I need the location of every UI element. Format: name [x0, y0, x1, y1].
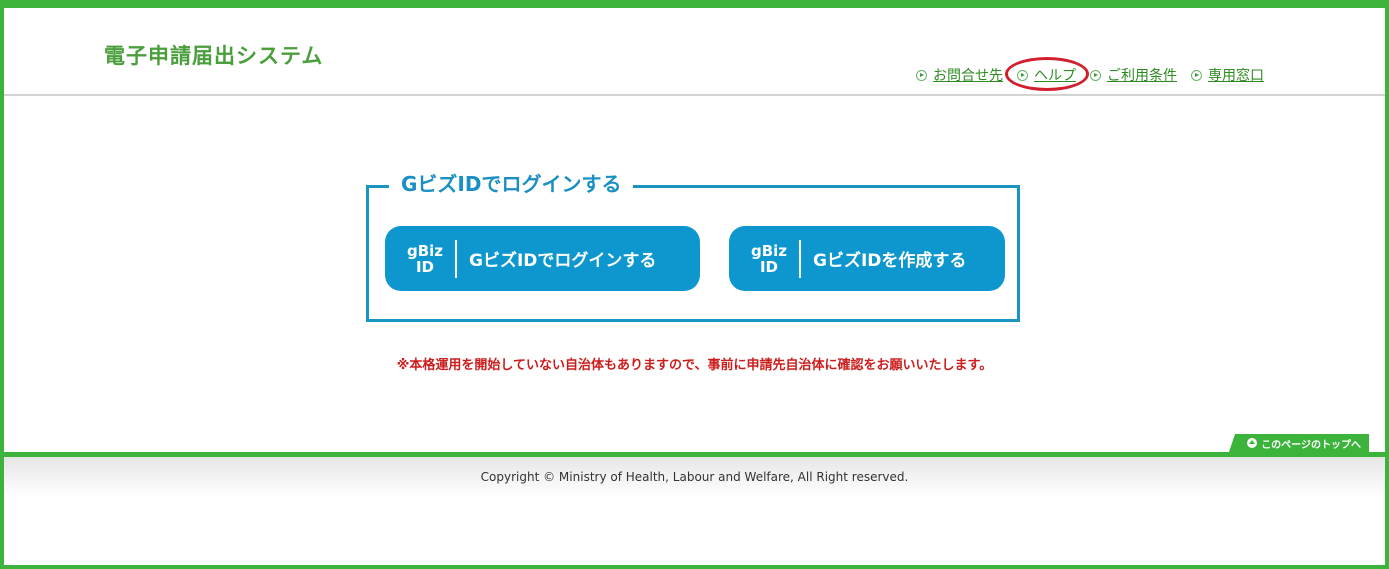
arrow-up-icon	[1247, 438, 1258, 448]
logo-divider	[455, 239, 457, 278]
gbizid-create-button[interactable]: gBiz ID GビズIDを作成する	[729, 226, 1005, 291]
nav-link-help[interactable]: ヘルプ	[1005, 57, 1089, 91]
header-nav: お問合せ先 ヘルプ ご利用条件 専用窓口	[916, 57, 1278, 91]
gbizid-login-label: GビズIDでログインする	[469, 251, 657, 271]
gbizid-logo-top: gBiz	[750, 241, 788, 260]
play-circle-icon	[1090, 69, 1101, 81]
gbizid-logo-bottom: ID	[759, 257, 779, 276]
login-box: GビズIDでログインする gBiz ID GビズIDでログインする gBiz I…	[366, 168, 1020, 322]
nav-link-label: ご利用条件	[1107, 68, 1177, 84]
nav-link-label: お問合せ先	[933, 68, 1003, 84]
play-circle-icon	[1017, 69, 1028, 81]
gbizid-logo-icon: gBiz ID	[749, 243, 789, 275]
gbizid-logo-icon: gBiz ID	[405, 243, 445, 275]
nav-link-terms[interactable]: ご利用条件	[1090, 65, 1177, 85]
logo-divider	[799, 239, 801, 278]
gbizid-login-button[interactable]: gBiz ID GビズIDでログインする	[385, 226, 700, 291]
site-title[interactable]: 電子申請届出システム	[104, 40, 323, 70]
page-top-label: このページのトップへ	[1261, 439, 1361, 451]
nav-link-contact[interactable]: お問合せ先	[916, 65, 1003, 85]
play-circle-icon	[1191, 69, 1202, 81]
nav-link-label: 専用窓口	[1208, 68, 1264, 84]
notice-text: ※本格運用を開始していない自治体もありますので、事前に申請先自治体に確認をお願い…	[396, 358, 993, 373]
page-top-link[interactable]: このページのトップへ	[1229, 434, 1369, 452]
play-circle-icon	[916, 69, 927, 81]
header: 電子申請届出システム お問合せ先 ヘルプ ご利用条件 専用窓口	[4, 8, 1385, 96]
gbizid-create-label: GビズIDを作成する	[813, 251, 967, 271]
copyright-text: Copyright © Ministry of Health, Labour a…	[480, 470, 909, 484]
nav-link-label: ヘルプ	[1034, 68, 1076, 84]
gbizid-logo-bottom: ID	[415, 257, 435, 276]
login-box-legend: GビズIDでログインする	[389, 168, 634, 197]
gbizid-logo-top: gBiz	[406, 241, 444, 260]
page-frame: 電子申請届出システム お問合せ先 ヘルプ ご利用条件 専用窓口 GビズIDでログ…	[0, 0, 1389, 569]
nav-link-dedicated-window[interactable]: 専用窓口	[1191, 65, 1264, 85]
